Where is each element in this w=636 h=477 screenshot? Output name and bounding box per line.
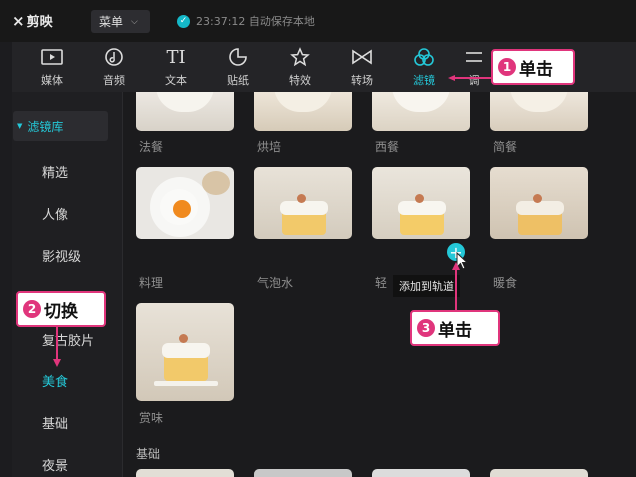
sticker-icon: [228, 47, 248, 67]
capcut-logo-icon: ⨯: [12, 11, 25, 30]
tab-label: 转场: [351, 74, 373, 87]
step-number: 2: [23, 300, 41, 318]
tab-audio[interactable]: 音频: [88, 42, 140, 92]
sidebar-item-cinematic[interactable]: 影视级: [42, 246, 81, 265]
step-text: 单击: [438, 320, 472, 341]
filter-label: 简餐: [493, 140, 518, 154]
filter-thumbnail[interactable]: [136, 303, 234, 401]
menu-label: 菜单: [99, 15, 124, 29]
arrow-left-icon: [448, 66, 492, 85]
tab-sticker[interactable]: 贴纸: [212, 42, 264, 92]
filter-icon: [413, 47, 435, 67]
filter-thumbnail[interactable]: [372, 469, 470, 477]
tab-text[interactable]: TI 文本: [150, 42, 202, 92]
sidebar-item-portrait[interactable]: 人像: [42, 204, 68, 223]
filter-label: 暖食: [493, 276, 518, 290]
filter-thumbnail[interactable]: [372, 92, 470, 131]
tab-effects[interactable]: 特效: [274, 42, 326, 92]
sidebar-item-basic[interactable]: 基础: [42, 413, 68, 432]
annotation-step-1: 1 单击: [491, 49, 575, 85]
sidebar-item-vintage-film[interactable]: 复古胶片: [42, 330, 94, 349]
arrow-up-icon: [452, 262, 460, 314]
section-heading: 基础: [136, 447, 161, 461]
sidebar-item-featured[interactable]: 精选: [42, 162, 68, 181]
filter-thumbnail[interactable]: [254, 92, 352, 131]
tab-transition[interactable]: 转场: [336, 42, 388, 92]
annotation-step-3: 3 单击: [410, 310, 500, 346]
app-logo: ⨯ 剪映: [12, 11, 53, 31]
save-status: ✓ 23:37:12 自动保存本地: [177, 13, 315, 29]
filter-label: 料理: [139, 276, 164, 290]
sidebar-item-food[interactable]: 美食: [42, 371, 68, 390]
tab-media[interactable]: 媒体: [26, 42, 78, 92]
step-number: 3: [417, 319, 435, 337]
filter-label: 气泡水: [257, 276, 294, 290]
app-name: 剪映: [26, 15, 53, 30]
step-text: 单击: [519, 59, 553, 80]
menu-button[interactable]: 菜单 ⌵: [91, 10, 150, 33]
filter-thumbnail[interactable]: [490, 469, 588, 477]
audio-icon: [104, 47, 124, 67]
filter-thumbnail[interactable]: [372, 167, 470, 239]
step-number: 1: [498, 58, 516, 76]
filter-label: 赏味: [139, 411, 164, 425]
effects-icon: [290, 47, 310, 67]
save-status-text: 23:37:12 自动保存本地: [196, 15, 315, 28]
tooltip: 添加到轨道: [393, 275, 460, 297]
tab-label: 文本: [165, 74, 187, 87]
filter-thumbnail[interactable]: [490, 167, 588, 239]
tab-label: 滤镜: [413, 74, 435, 87]
filter-label: 法餐: [139, 140, 164, 154]
chevron-down-icon: ⌵: [131, 16, 138, 27]
annotation-step-2: 2 切换: [16, 291, 106, 327]
media-icon: [41, 47, 63, 67]
transition-icon: [351, 47, 373, 67]
adjust-icon: [464, 47, 484, 67]
tab-label: 媒体: [41, 74, 63, 87]
tab-label: 特效: [289, 74, 311, 87]
filter-library-header[interactable]: ▼ 滤镜库: [13, 111, 108, 141]
sidebar-item-night[interactable]: 夜景: [42, 455, 68, 474]
tab-filter[interactable]: 滤镜: [398, 42, 450, 92]
filter-thumbnail[interactable]: [136, 167, 234, 239]
filter-library-label: 滤镜库: [27, 119, 64, 134]
filter-thumbnail[interactable]: [136, 469, 234, 477]
tab-label: 音频: [103, 74, 125, 87]
filter-thumbnail[interactable]: [254, 469, 352, 477]
check-circle-icon: ✓: [177, 14, 190, 28]
text-icon: TI: [166, 46, 186, 68]
filter-label: 烘培: [257, 140, 282, 154]
caret-down-icon: ▼: [17, 122, 23, 130]
filter-label: 轻: [375, 276, 388, 290]
arrow-down-icon: [53, 327, 61, 371]
filter-thumbnail[interactable]: [136, 92, 234, 131]
filter-thumbnail[interactable]: [254, 167, 352, 239]
tab-label: 贴纸: [227, 74, 249, 87]
step-text: 切换: [44, 301, 78, 322]
filter-label: 西餐: [375, 140, 400, 154]
filter-thumbnail[interactable]: [490, 92, 588, 131]
